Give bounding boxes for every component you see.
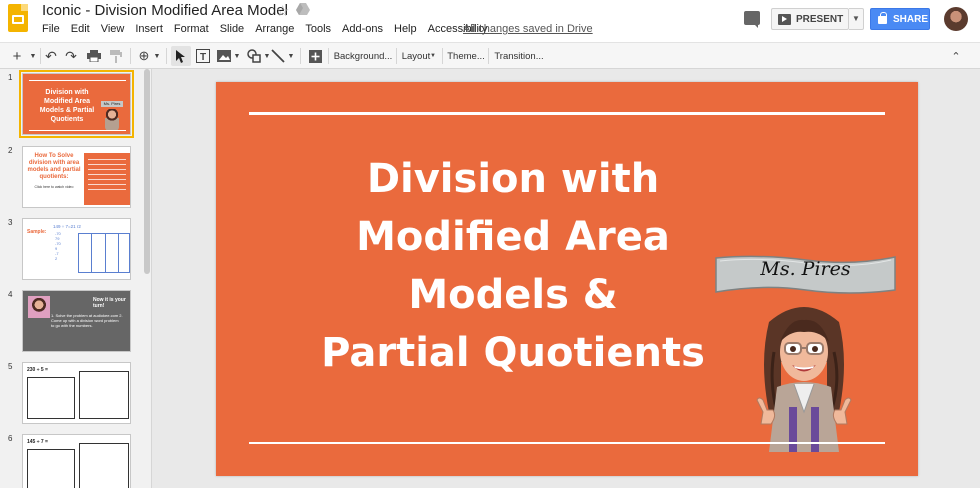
present-label: PRESENT — [796, 13, 844, 25]
top-rule — [249, 112, 885, 115]
image-dropdown-icon[interactable]: ▼ — [232, 46, 242, 66]
thumb-text: 1. Solve the problem at audiokee.com 2. … — [51, 313, 123, 328]
app-header: Iconic - Division Modified Area Model ☆ … — [0, 0, 980, 42]
present-play-icon — [778, 13, 791, 25]
thumb-equation: 149 ÷ 7=21 r2 — [53, 224, 81, 229]
text-box-icon[interactable]: T — [193, 46, 213, 66]
slide-number: 4 — [8, 290, 13, 299]
slide-number: 5 — [8, 362, 13, 371]
slide-number: 6 — [8, 434, 13, 443]
add-comment-icon[interactable] — [305, 46, 325, 66]
layout-dropdown-icon[interactable]: ▼ — [428, 46, 438, 66]
account-avatar[interactable] — [944, 7, 968, 31]
paint-format-icon[interactable] — [106, 46, 126, 66]
slide-thumbnail-2[interactable]: How To Solve division with area models a… — [22, 146, 131, 208]
line-icon[interactable] — [268, 46, 288, 66]
title-line-3: Models & — [408, 272, 618, 318]
thumb-equation: 145 ÷ 7 = — [27, 439, 48, 445]
thumb-bitmoji — [105, 109, 119, 131]
thumb-equation: 230 ÷ 5 = — [27, 367, 48, 373]
slide-number: 2 — [8, 146, 13, 155]
undo-icon[interactable]: ↶ — [42, 46, 60, 66]
toolbar: + ▼ ↶ ↷ ⊕ ▼ T ▼ ▼ ▼ Background... Layout… — [0, 42, 980, 69]
menu-file[interactable]: File — [42, 23, 60, 35]
share-label: SHARE — [893, 13, 929, 25]
menu-arrange[interactable]: Arrange — [255, 23, 294, 35]
filmstrip-scrollbar[interactable] — [144, 69, 150, 274]
star-icon[interactable]: ☆ — [276, 2, 289, 20]
slide-number: 3 — [8, 218, 13, 227]
menu-bar: File Edit View Insert Format Slide Arran… — [42, 23, 499, 35]
menu-view[interactable]: View — [101, 23, 125, 35]
document-title[interactable]: Iconic - Division Modified Area Model — [42, 2, 288, 19]
svg-text:T: T — [200, 52, 206, 63]
thumb-title: How To Solve division with area models a… — [27, 153, 81, 180]
thumb-label: Sample: — [27, 229, 47, 235]
slides-app: Iconic - Division Modified Area Model ☆ … — [0, 0, 980, 488]
new-slide-icon[interactable]: + — [6, 46, 28, 66]
bottom-rule — [249, 442, 885, 444]
current-slide[interactable]: Division with Modified Area Models & Par… — [216, 82, 918, 476]
share-button[interactable]: SHARE — [870, 8, 930, 30]
present-options-dropdown[interactable]: ▼ — [849, 8, 864, 30]
slide-thumbnail-5[interactable]: 230 ÷ 5 = — [22, 362, 131, 424]
slides-logo-icon[interactable] — [8, 4, 28, 32]
title-line-4: Partial Quotients — [321, 330, 705, 376]
thumb-bitmoji — [28, 296, 50, 318]
title-line-1: Division with — [366, 156, 660, 202]
slide-filmstrip: 1 Division with Modified Area Models & P… — [0, 69, 152, 488]
slide-thumbnail-1[interactable]: Division with Modified Area Models & Par… — [19, 70, 134, 138]
shape-icon[interactable] — [244, 46, 264, 66]
slide-thumbnail-3[interactable]: Sample: 149 ÷ 7=21 r2 -70 79 -70 9 -7 2 — [22, 218, 131, 280]
title-line-2: Modified Area — [356, 214, 670, 260]
thumb-title: Division with Modified Area Models & Par… — [39, 89, 95, 123]
print-icon[interactable] — [84, 46, 104, 66]
redo-icon[interactable]: ↷ — [62, 46, 80, 66]
zoom-dropdown-icon[interactable]: ▼ — [152, 46, 162, 66]
new-slide-layout-dropdown-icon[interactable]: ▼ — [28, 46, 38, 66]
transition-button[interactable]: Transition... — [494, 46, 544, 66]
menu-edit[interactable]: Edit — [71, 23, 90, 35]
present-button[interactable]: PRESENT — [771, 8, 849, 30]
zoom-icon[interactable]: ⊕ — [134, 46, 154, 66]
comments-icon[interactable] — [744, 11, 760, 28]
slide-title[interactable]: Division with Modified Area Models & Par… — [288, 150, 738, 382]
image-icon[interactable] — [214, 46, 234, 66]
menu-help[interactable]: Help — [394, 23, 417, 35]
line-dropdown-icon[interactable]: ▼ — [286, 46, 296, 66]
banner-text: Ms. Pires — [760, 258, 851, 280]
menu-tools[interactable]: Tools — [305, 23, 331, 35]
slide-thumbnail-4[interactable]: Now it is your turn! 1. Solve the proble… — [22, 290, 131, 352]
save-status-link[interactable]: All changes saved in Drive — [463, 23, 593, 35]
menu-slide[interactable]: Slide — [220, 23, 244, 35]
background-button[interactable]: Background... — [334, 46, 393, 66]
collapse-toolbar-icon[interactable]: ⌃ — [948, 46, 964, 66]
menu-format[interactable]: Format — [174, 23, 209, 35]
menu-addons[interactable]: Add-ons — [342, 23, 383, 35]
theme-button[interactable]: Theme... — [447, 46, 485, 66]
slide-thumbnail-6[interactable]: 145 ÷ 7 = — [22, 434, 131, 488]
thumb-banner: Ms. Pires — [101, 101, 123, 107]
select-cursor-icon[interactable] — [171, 46, 191, 66]
thumb-header: Now it is your turn! — [93, 297, 126, 309]
drive-folder-icon[interactable] — [296, 3, 310, 15]
menu-insert[interactable]: Insert — [135, 23, 163, 35]
layout-button[interactable]: Layout — [401, 46, 431, 66]
lock-icon — [878, 12, 887, 24]
teacher-bitmoji-image[interactable] — [749, 302, 859, 452]
slide-number: 1 — [8, 73, 13, 82]
